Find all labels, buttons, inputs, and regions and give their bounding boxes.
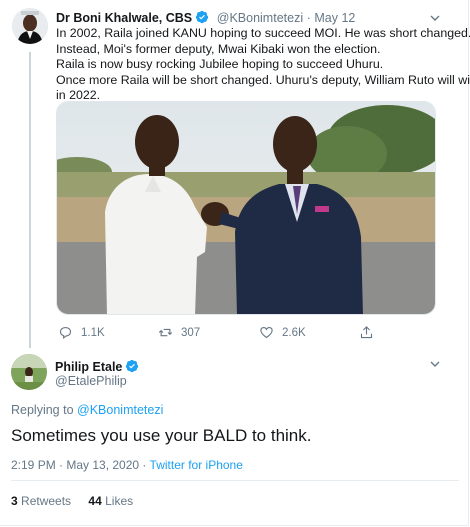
parent-tweet-header: Dr Boni Khalwale, CBS @KBonimtetezi · Ma… xyxy=(56,10,355,25)
tweet-source-link[interactable]: Twitter for iPhone xyxy=(150,458,243,472)
tweet-text-line: In 2002, Raila joined KANU hoping to suc… xyxy=(56,26,470,40)
tweet-text-line: Raila is now busy rocking Jubilee hoping… xyxy=(56,57,384,72)
like-count: 2.6K xyxy=(282,326,306,339)
replying-to: Replying to @KBonimtetezi xyxy=(11,403,163,417)
share-action[interactable] xyxy=(359,325,374,340)
tweet-photo[interactable] xyxy=(56,101,436,315)
share-icon xyxy=(360,326,373,339)
thread-connector-line xyxy=(29,52,31,348)
philip-etale-avatar[interactable] xyxy=(11,354,47,390)
retweets-stat[interactable]: 3 Retweets xyxy=(11,494,71,508)
tweet-text-line: Instead, Moi's former deputy, Mwai Kibak… xyxy=(56,41,381,56)
heart-icon xyxy=(260,326,273,339)
parent-tweet-text: In 2002, Raila joined KANU hoping to suc… xyxy=(56,26,470,104)
chevron-down-icon[interactable] xyxy=(427,10,443,26)
likes-stat[interactable]: 44 Likes xyxy=(88,494,133,508)
reply-count: 1.1K xyxy=(81,326,105,339)
reply-action[interactable]: 1.1K xyxy=(58,325,105,340)
author-name[interactable]: Dr Boni Khalwale, CBS xyxy=(56,11,192,25)
chevron-down-icon[interactable] xyxy=(427,356,443,372)
main-tweet-text: Sometimes you use your BALD to think. xyxy=(11,426,312,445)
retweet-total: 3 xyxy=(11,494,18,508)
divider xyxy=(11,480,459,481)
tweet-text-line: Once more Raila will be short changed. U… xyxy=(56,72,470,87)
retweet-icon xyxy=(158,328,173,337)
like-total: 44 xyxy=(88,494,102,508)
engagement-stats: 3 Retweets 44 Likes xyxy=(11,494,133,508)
retweets-label: Retweets xyxy=(21,494,72,508)
author-handle[interactable]: @EtalePhilip xyxy=(55,374,127,388)
tweet-timestamp[interactable]: 2:19 PM · May 13, 2020 · xyxy=(11,458,146,472)
replying-to-label: Replying to xyxy=(11,403,74,417)
boni-khalwale-avatar[interactable] xyxy=(12,8,48,44)
reply-icon xyxy=(59,326,72,339)
author-name[interactable]: Philip Etale xyxy=(55,360,122,374)
like-action[interactable]: 2.6K xyxy=(259,325,306,340)
tweet-timestamp-row: 2:19 PM · May 13, 2020 · Twitter for iPh… xyxy=(11,458,243,472)
tweet-date[interactable]: May 12 xyxy=(314,11,355,25)
author-handle[interactable]: @KBonimtetezi xyxy=(217,11,303,25)
retweet-action[interactable]: 307 xyxy=(158,325,200,340)
verified-badge-icon xyxy=(196,10,209,24)
handshake-photo xyxy=(57,102,435,314)
verified-badge-icon xyxy=(126,359,139,373)
likes-label: Likes xyxy=(105,494,134,508)
retweet-count: 307 xyxy=(181,326,201,339)
replying-to-handle-link[interactable]: @KBonimtetezi xyxy=(77,403,163,417)
